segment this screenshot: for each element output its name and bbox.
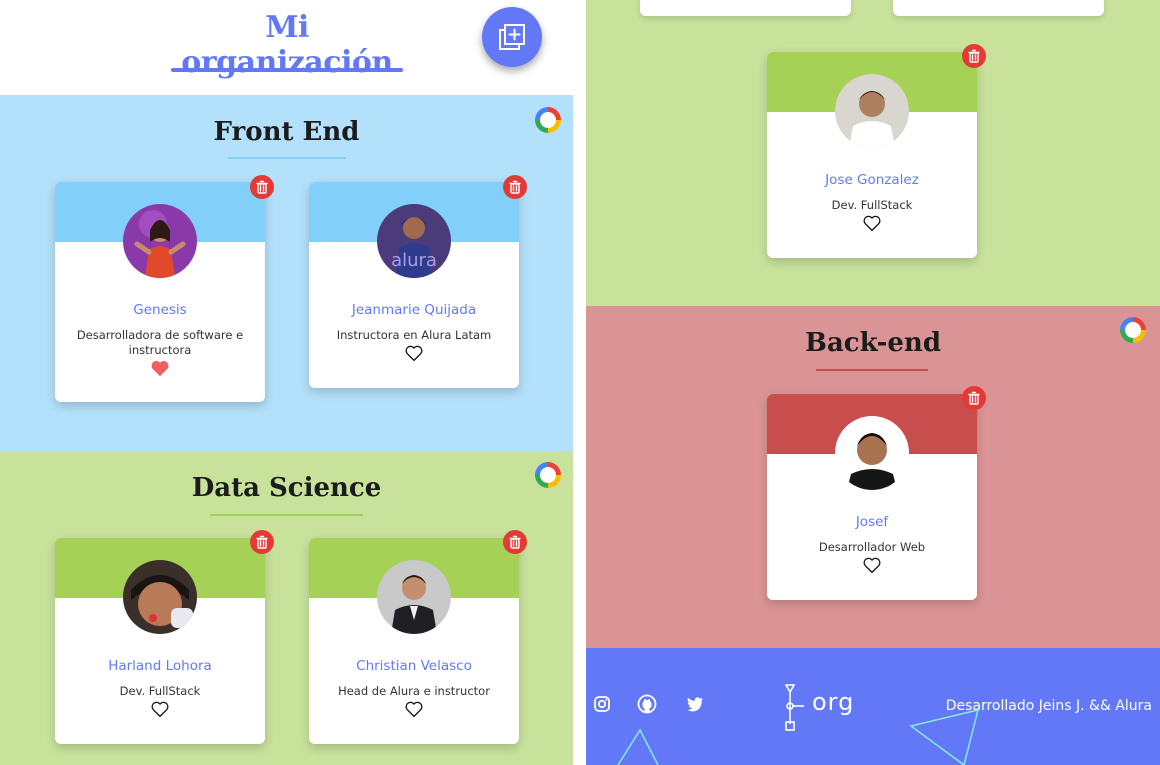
heart-outline-icon[interactable]	[404, 344, 424, 362]
team-section-back-end: Back-end Josef Desarrollador Web	[586, 306, 1160, 648]
right-viewport: Jose Gonzalez Dev. FullStack Back-end Jo…	[586, 0, 1160, 765]
collaborator-card: alura Jeanmarie Quijada Instructora en A…	[309, 182, 519, 388]
collaborator-card-partial	[640, 0, 851, 16]
collaborator-role: Dev. FullStack	[831, 198, 913, 212]
delete-button[interactable]	[250, 175, 274, 199]
avatar	[835, 74, 909, 148]
collaborator-name: Josef	[855, 514, 889, 530]
color-picker-icon[interactable]	[535, 462, 561, 488]
heart-outline-icon[interactable]	[862, 214, 882, 232]
team-section-data-science: Data Science Harland Lohora Dev. FullSta…	[0, 451, 573, 765]
team-title-underline	[816, 369, 928, 371]
collaborator-role: Instructora en Alura Latam	[336, 328, 492, 342]
team-section-front-end: Front End Genesis Desarrolladora de soft…	[0, 95, 573, 451]
collaborator-role: Desarrolladora de software e instructora	[76, 328, 244, 357]
team-title-underline	[228, 157, 346, 159]
heart-outline-icon[interactable]	[862, 556, 882, 574]
avatar	[123, 560, 197, 634]
add-square-icon	[499, 24, 525, 50]
svg-text:alura: alura	[391, 250, 437, 271]
team-title-underline	[210, 514, 363, 516]
collaborator-card: Jose Gonzalez Dev. FullStack	[767, 52, 977, 258]
collaborator-role: Desarrollador Web	[818, 540, 926, 554]
avatar	[377, 560, 451, 634]
avatar	[123, 204, 197, 278]
footer-decoration	[617, 708, 980, 765]
collaborator-role: Head de Alura e instructor	[338, 684, 490, 698]
color-picker-icon[interactable]	[1120, 317, 1146, 343]
trash-icon	[256, 535, 268, 549]
collaborator-card-partial	[893, 0, 1104, 16]
collaborator-name: Christian Velasco	[356, 658, 472, 674]
delete-button[interactable]	[962, 386, 986, 410]
team-title: Data Science	[191, 473, 382, 503]
heart-outline-icon[interactable]	[404, 700, 424, 718]
left-viewport: Mi organización Front End Genesis Desarr…	[0, 0, 573, 765]
collaborator-card: Josef Desarrollador Web	[767, 394, 977, 600]
title-underline	[171, 68, 403, 72]
trash-icon	[509, 180, 521, 194]
collaborator-card: Harland Lohora Dev. FullStack	[55, 538, 265, 744]
collaborator-name: Genesis	[133, 302, 187, 318]
collaborator-name: Jose Gonzalez	[825, 172, 919, 188]
collaborator-card: Genesis Desarrolladora de software e ins…	[55, 182, 265, 402]
heart-outline-icon[interactable]	[150, 700, 170, 718]
trash-icon	[968, 49, 980, 63]
delete-button[interactable]	[503, 530, 527, 554]
avatar: alura	[377, 204, 451, 278]
trash-icon	[509, 535, 521, 549]
add-collaborator-button[interactable]	[482, 7, 542, 67]
heart-filled-icon[interactable]	[150, 359, 170, 377]
collaborator-card: Christian Velasco Head de Alura e instru…	[309, 538, 519, 744]
team-title: Front End	[213, 117, 360, 147]
delete-button[interactable]	[503, 175, 527, 199]
collaborator-role: Dev. FullStack	[119, 684, 201, 698]
collaborator-name: Jeanmarie Quijada	[351, 302, 477, 318]
avatar	[835, 416, 909, 490]
team-title: Back-end	[804, 328, 942, 358]
trash-icon	[256, 180, 268, 194]
delete-button[interactable]	[962, 44, 986, 68]
footer: org Desarrollado Jeins J. && Alura	[586, 648, 1160, 765]
color-picker-icon[interactable]	[535, 107, 561, 133]
trash-icon	[968, 391, 980, 405]
collaborator-name: Harland Lohora	[108, 658, 212, 674]
delete-button[interactable]	[250, 530, 274, 554]
